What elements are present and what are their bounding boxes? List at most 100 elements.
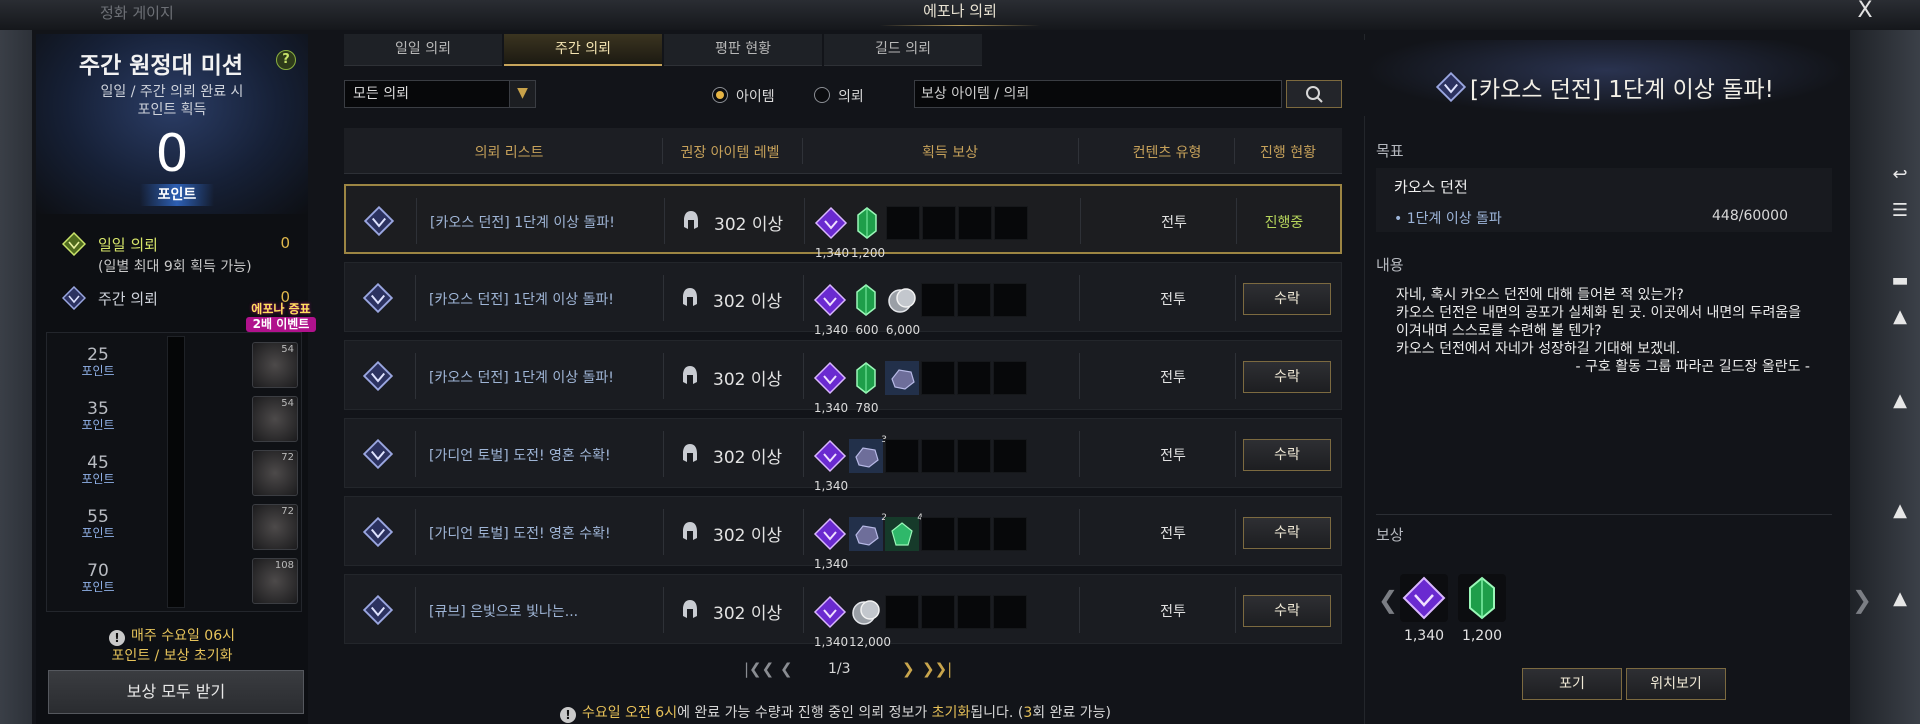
claim-all-button[interactable]: 보상 모두 받기 [48, 670, 304, 714]
info-icon: ! [560, 707, 576, 723]
cell-divider [803, 587, 804, 633]
reward-item[interactable]: 3 [849, 435, 887, 473]
reward-item[interactable]: 780 [849, 361, 883, 415]
green-crystal-icon [856, 284, 876, 316]
tier-points: 70 [87, 561, 109, 581]
reward-qty: 1,340 [813, 401, 849, 415]
give-up-button[interactable]: 포기 [1522, 668, 1622, 700]
last-page-icon[interactable]: ❯❯| [922, 660, 952, 678]
weekly-quest-icon [363, 595, 393, 625]
chest-count: 54 [281, 344, 294, 355]
stone-icon [849, 517, 883, 551]
quest-name: [카오스 던전] 1단계 이상 돌파! [430, 215, 615, 231]
quest-marker-icon[interactable]: ▲ [1882, 306, 1918, 336]
page-indicator: 1/3 [828, 661, 851, 677]
info-icon: ! [109, 630, 125, 646]
reward-item[interactable]: 1,340 [813, 283, 848, 337]
detail-title: [카오스 던전] 1단계 이상 돌파! [1470, 77, 1774, 103]
cell-divider [663, 275, 664, 321]
divider [1376, 514, 1832, 515]
menu-icon[interactable]: ☰ [1882, 200, 1918, 230]
table-row[interactable]: [카오스 던전] 1단계 이상 돌파! 302 이상 1,340 1,200 전투 진행중 [344, 184, 1342, 260]
cell-divider [803, 353, 804, 399]
weekly-quest-icon [363, 517, 393, 547]
reset-notice: ! 매주 수요일 06시 포인트 / 보상 초기화 [36, 626, 308, 666]
quest-marker-icon[interactable]: ▲ [1882, 588, 1918, 618]
table-row[interactable]: [카오스 던전] 1단계 이상 돌파! 302 이상 1,340 780 전투 수락 [344, 340, 1342, 415]
tier-chest-icon[interactable]: 72 [252, 450, 298, 496]
chevron-right-icon[interactable]: ❯ [1852, 586, 1872, 614]
chevron-left-icon[interactable]: ❮ [1378, 586, 1398, 614]
reward-item[interactable]: 6,000 [885, 283, 920, 337]
tier-chest-icon[interactable]: 108 [252, 558, 298, 604]
help-icon[interactable]: ? [276, 50, 296, 70]
points-value: 0 [155, 124, 189, 184]
reward-item[interactable]: 12,000 [849, 595, 891, 649]
reward-qty: 600 [855, 323, 879, 337]
cell-divider [415, 509, 416, 555]
accept-button[interactable]: 수락 [1243, 517, 1331, 549]
reward-item[interactable]: 1,340 [813, 439, 848, 493]
tab-daily[interactable]: 일일 의뢰 [344, 34, 502, 66]
quest-marker-icon[interactable]: ▲ [1882, 500, 1918, 530]
chevron-down-icon: ▼ [509, 81, 535, 107]
purple-token-icon [814, 206, 848, 240]
reward-item[interactable]: 600 [849, 283, 883, 337]
tab-reputation[interactable]: 평판 현황 [664, 34, 822, 66]
accept-button[interactable]: 수락 [1243, 283, 1331, 315]
cell-divider [664, 198, 665, 244]
tier-unit: 포인트 [81, 418, 115, 432]
reward-qty: 1,340 [813, 557, 849, 571]
reward-item[interactable]: 1,200 [1458, 574, 1506, 644]
tab-weekly[interactable]: 주간 의뢰 [504, 34, 662, 66]
locate-button[interactable]: 위치보기 [1626, 668, 1726, 700]
reward-item[interactable]: 1,340 [813, 595, 848, 649]
reward-item[interactable]: 1,340 [814, 206, 849, 260]
reset-line-2: 포인트 / 보상 초기화 [111, 648, 233, 664]
cell-divider [1079, 509, 1080, 555]
close-button[interactable]: X [1852, 0, 1878, 24]
quest-description: 자네, 혹시 카오스 던전에 대해 들어본 적 있는가? 카오스 던전은 내면의… [1396, 286, 1826, 376]
cell-divider [1235, 587, 1236, 633]
table-row[interactable]: [큐브] 은빛으로 빛나는... 302 이상 1,340 12,000 전투 수락 [344, 574, 1342, 649]
quest-filter-dropdown[interactable]: 모든 의뢰 ▼ [344, 80, 536, 108]
daily-quest-value: 0 [280, 234, 290, 252]
daily-quest-row: 일일 의뢰 0 [62, 232, 302, 256]
reward-item[interactable]: 4 [885, 513, 923, 551]
cell-divider [416, 198, 417, 244]
reward-item[interactable]: 1,340 [813, 517, 848, 571]
accept-button[interactable]: 수락 [1243, 361, 1331, 393]
radio-item-label: 아이템 [736, 89, 775, 105]
accept-button[interactable]: 수락 [1243, 439, 1331, 471]
tier-chest-icon[interactable]: 54 [252, 342, 298, 388]
quest-marker-icon[interactable]: ▲ [1882, 390, 1918, 420]
search-button[interactable] [1286, 80, 1342, 108]
chest-count: 72 [281, 452, 294, 463]
tier-points: 25 [87, 345, 109, 365]
table-row[interactable]: [카오스 던전] 1단계 이상 돌파! 302 이상 1,340 600 6,000 전투… [344, 262, 1342, 337]
reward-item[interactable] [885, 361, 919, 395]
tier-chest-icon[interactable]: 54 [252, 396, 298, 442]
next-page-icon[interactable]: ❯ [902, 660, 915, 678]
prev-page-icon[interactable]: ❮ [780, 660, 793, 678]
note-count: 3 [1023, 705, 1033, 721]
reward-item[interactable]: 1,340 [1400, 574, 1448, 644]
search-input[interactable]: 보상 아이템 / 의뢰 [914, 80, 1282, 108]
reward-item[interactable]: 2 [849, 513, 887, 551]
minimize-icon[interactable]: ▬ [1882, 270, 1918, 300]
table-row[interactable]: [가디언 토벌] 도전! 영혼 수확! 302 이상 1,3403 전투 수락 [344, 418, 1342, 493]
reward-item[interactable]: 1,200 [850, 206, 885, 260]
return-icon[interactable]: ↩ [1882, 164, 1918, 194]
first-page-icon[interactable]: |❮❮ [744, 660, 774, 678]
radio-item[interactable]: 아이템 [712, 86, 775, 106]
accept-button[interactable]: 수락 [1243, 595, 1331, 627]
table-row[interactable]: [가디언 토벌] 도전! 영혼 수확! 302 이상 1,34024 전투 수락 [344, 496, 1342, 571]
tier-chest-icon[interactable]: 72 [252, 504, 298, 550]
reward-item[interactable]: 1,340 [813, 361, 848, 415]
empty-reward-slot [993, 517, 1027, 551]
empty-reward-slot [993, 283, 1027, 317]
silver-coin-icon [852, 600, 880, 625]
tab-guild[interactable]: 길드 의뢰 [824, 34, 982, 66]
note-text-1: 에 완료 가능 수량과 진행 중인 의뢰 정보가 [677, 705, 932, 721]
radio-quest[interactable]: 의뢰 [814, 86, 864, 106]
